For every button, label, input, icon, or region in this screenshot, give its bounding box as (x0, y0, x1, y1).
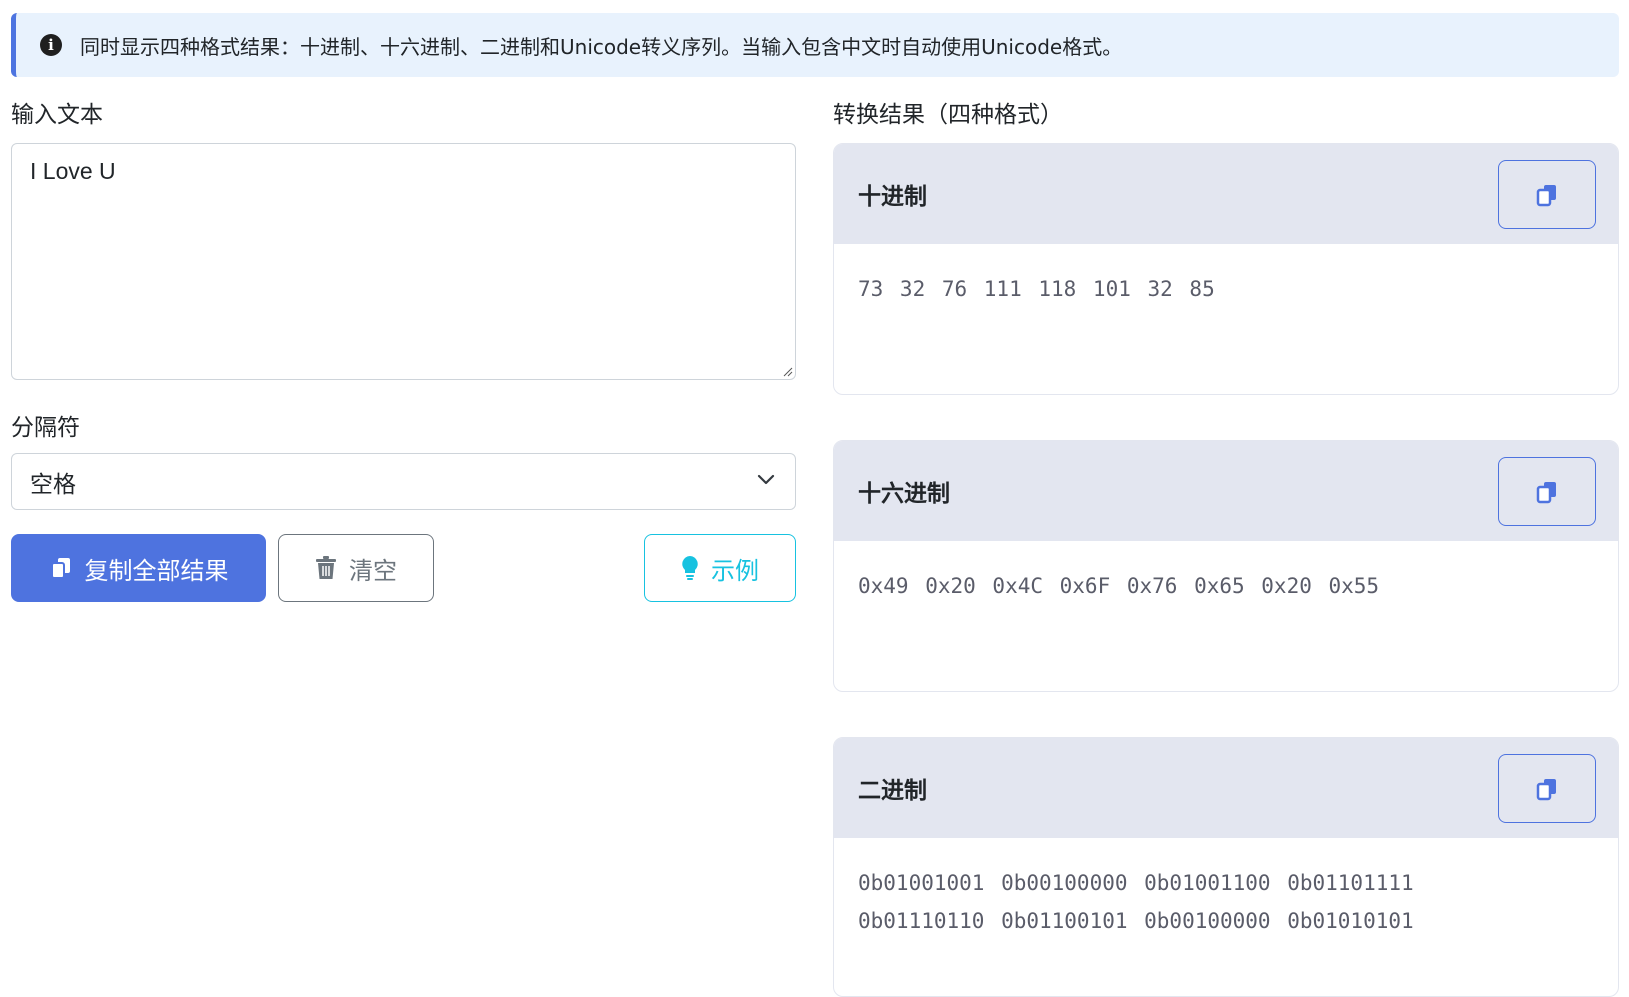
example-button[interactable]: 示例 (644, 534, 796, 602)
input-textarea[interactable]: I Love U (11, 143, 796, 380)
chevron-down-icon (757, 474, 775, 485)
example-label: 示例 (711, 556, 759, 585)
clear-button[interactable]: 清空 (278, 534, 434, 602)
decimal-card: 十进制 73 32 76 111 118 101 32 85 (833, 143, 1619, 395)
binary-card: 二进制 0b01001001 0b00100000 0b01001100 0b0… (833, 737, 1619, 997)
alert-text: 同时显示四种格式结果：十进制、十六进制、二进制和Unicode转义序列。当输入包… (80, 34, 1123, 59)
copy-all-label: 复制全部结果 (84, 556, 229, 585)
copy-icon (49, 556, 73, 580)
copy-decimal-button[interactable] (1498, 160, 1596, 229)
trash-icon (315, 556, 337, 580)
input-label: 输入文本 (11, 102, 103, 128)
copy-binary-button[interactable] (1498, 754, 1596, 823)
binary-card-header: 二进制 (834, 738, 1618, 838)
info-icon: i (40, 34, 62, 56)
separator-label: 分隔符 (11, 415, 80, 441)
binary-output: 0b01001001 0b00100000 0b01001100 0b01101… (858, 871, 1414, 933)
copy-icon (1536, 184, 1556, 206)
decimal-card-header: 十进制 (834, 144, 1618, 244)
info-alert: i 同时显示四种格式结果：十进制、十六进制、二进制和Unicode转义序列。当输… (11, 13, 1619, 77)
binary-title: 二进制 (858, 778, 927, 804)
separator-select[interactable]: 空格 (11, 453, 796, 510)
hex-output: 0x49 0x20 0x4C 0x6F 0x76 0x65 0x20 0x55 (858, 574, 1380, 598)
hex-title: 十六进制 (858, 481, 950, 507)
clear-label: 清空 (349, 556, 397, 585)
copy-all-button[interactable]: 复制全部结果 (11, 534, 266, 602)
decimal-output: 73 32 76 111 118 101 32 85 (858, 277, 1215, 301)
results-label: 转换结果（四种格式） (833, 102, 1063, 128)
copy-icon (1536, 778, 1556, 800)
copy-hex-button[interactable] (1498, 457, 1596, 526)
copy-icon (1536, 481, 1556, 503)
hex-card-header: 十六进制 (834, 441, 1618, 541)
decimal-title: 十进制 (858, 184, 927, 210)
separator-selected-value: 空格 (30, 471, 76, 498)
resize-grip-icon[interactable] (783, 367, 793, 377)
lightbulb-icon (681, 555, 699, 581)
hex-card: 十六进制 0x49 0x20 0x4C 0x6F 0x76 0x65 0x20 … (833, 440, 1619, 692)
